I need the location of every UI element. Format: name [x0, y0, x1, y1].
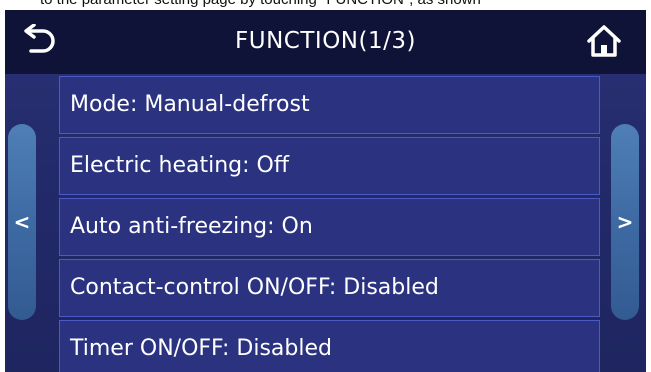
menu-item-label: Contact-control ON/OFF: Disabled	[70, 275, 439, 300]
menu-item-label: Mode: Manual-defrost	[70, 92, 310, 117]
page-title: FUNCTION(1/3)	[235, 28, 416, 54]
touch-screen: FUNCTION(1/3) < > Mode: Manual-defrost E…	[5, 10, 646, 372]
prev-page-button[interactable]: <	[8, 124, 36, 320]
menu-item-auto-anti-freezing[interactable]: Auto anti-freezing: On	[59, 198, 600, 256]
header-bar: FUNCTION(1/3)	[5, 10, 646, 74]
chevron-left-icon: <	[13, 210, 31, 234]
home-button[interactable]	[585, 23, 623, 59]
chevron-right-icon: >	[616, 210, 634, 234]
menu-item-contact-control[interactable]: Contact-control ON/OFF: Disabled	[59, 259, 600, 317]
home-icon	[587, 25, 621, 57]
menu-item-label: Electric heating: Off	[70, 153, 290, 178]
menu-item-label: Auto anti-freezing: On	[70, 214, 313, 239]
caption-text: to the parameter setting page by touchin…	[40, 0, 481, 8]
next-page-button[interactable]: >	[611, 124, 639, 320]
menu-item-electric-heating[interactable]: Electric heating: Off	[59, 137, 600, 195]
menu-item-label: Timer ON/OFF: Disabled	[70, 336, 332, 361]
menu-item-timer[interactable]: Timer ON/OFF: Disabled	[59, 320, 600, 372]
document-caption: to the parameter setting page by touchin…	[0, 0, 651, 10]
menu-item-mode[interactable]: Mode: Manual-defrost	[59, 76, 600, 134]
